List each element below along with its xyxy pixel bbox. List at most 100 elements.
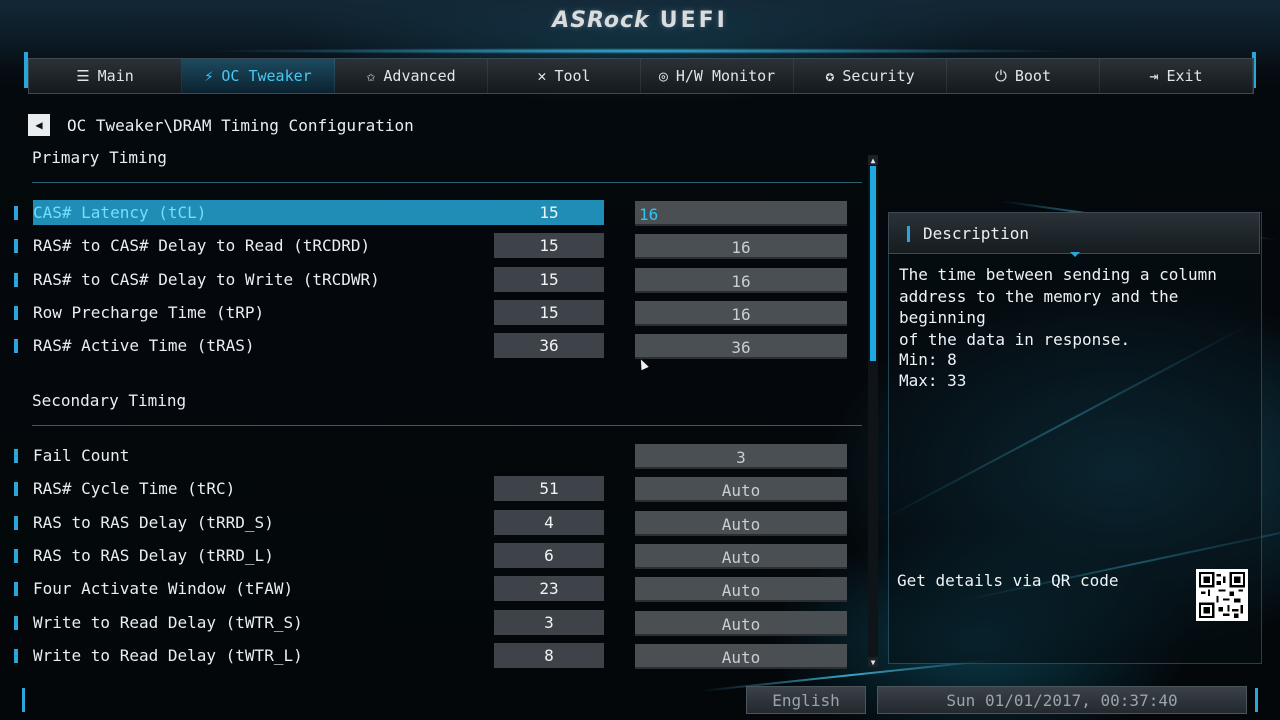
qr-code-icon[interactable]	[1196, 569, 1248, 621]
setting-row[interactable]: RAS to RAS Delay (tRRD_S) 4 Auto	[14, 509, 854, 536]
star-icon: ✩	[366, 67, 376, 85]
description-min: Min: 8	[899, 350, 957, 369]
scroll-up-arrow-icon[interactable]: ▲	[868, 155, 878, 165]
setting-label: CAS# Latency (tCL)	[33, 203, 207, 222]
description-title: Description	[923, 224, 1029, 243]
setting-value-field[interactable]: Auto	[635, 477, 847, 503]
date-time-display[interactable]: Sun 01/01/2017, 00:37:40	[877, 686, 1247, 714]
row-marker	[14, 615, 18, 630]
main-tab-bar: ☰ Main ⚡ OC Tweaker ✩ Advanced ✕ Tool ◎ H/W Monit…	[28, 58, 1254, 94]
breadcrumb: OC Tweaker\DRAM Timing Configuration	[67, 116, 414, 135]
tab-h-w-monitor[interactable]: ◎ H/W Monitor	[641, 59, 794, 93]
setting-value-field[interactable]: 3	[635, 444, 847, 469]
setting-row[interactable]: Four Activate Window (tFAW) 23 Auto	[14, 576, 854, 603]
description-pointer-icon	[1070, 252, 1080, 257]
setting-label: Write to Read Delay (tWTR_L)	[33, 645, 303, 665]
row-marker	[14, 648, 18, 663]
wrench-icon: ✕	[537, 67, 547, 85]
setting-row[interactable]: Write to Read Delay (tWTR_L) 8 Auto	[14, 642, 854, 669]
description-accent	[907, 226, 910, 242]
tab-label: Main	[97, 67, 134, 85]
current-value: 6	[494, 542, 604, 568]
setting-row[interactable]: Fail Count 3	[14, 443, 854, 469]
exit-icon: ⇥	[1149, 67, 1159, 85]
setting-row[interactable]: Write to Read Delay (tWTR_S) 3 Auto	[14, 609, 854, 636]
current-value: 4	[494, 509, 604, 535]
setting-value-field[interactable]: Auto	[635, 577, 847, 603]
scrollbar-thumb[interactable]	[870, 166, 876, 361]
setting-row[interactable]: RAS# Active Time (tRAS) 36 36	[14, 333, 854, 360]
tab-exit[interactable]: ⇥ Exit	[1100, 59, 1253, 93]
footer-accent-right	[1255, 688, 1258, 712]
tab-security[interactable]: ✪ Security	[794, 59, 947, 93]
back-arrow-icon: ◀	[35, 118, 43, 132]
current-value: 51	[494, 476, 604, 502]
shield-icon: ✪	[825, 67, 835, 85]
current-value: 23	[494, 576, 604, 602]
scroll-down-arrow-icon[interactable]: ▼	[868, 657, 878, 667]
section-title-secondary: Secondary Timing	[32, 391, 187, 410]
setting-value-field[interactable]: Auto	[635, 610, 847, 636]
row-marker	[14, 449, 18, 463]
tab-boot[interactable]: ⏻ Boot	[947, 59, 1100, 93]
setting-value-field[interactable]: 36	[635, 334, 847, 360]
row-marker	[14, 515, 18, 530]
row-marker	[14, 548, 18, 563]
setting-label: RAS# to CAS# Delay to Read (tRCDRD)	[33, 236, 371, 256]
tab-label: H/W Monitor	[675, 67, 776, 85]
row-marker	[14, 272, 18, 287]
row-marker	[14, 305, 18, 320]
tab-main[interactable]: ☰ Main	[29, 59, 182, 93]
setting-label: Fail Count	[33, 446, 130, 465]
setting-label: RAS# Cycle Time (tRC)	[33, 479, 236, 499]
setting-value-field[interactable]: 16	[635, 201, 847, 226]
description-max: Max: 33	[899, 371, 967, 390]
current-value: 8	[494, 642, 604, 668]
setting-label: Write to Read Delay (tWTR_S)	[33, 612, 303, 632]
qr-code-label: Get details via QR code	[897, 571, 1119, 590]
tab-label: Security	[842, 67, 915, 85]
current-value: 36	[494, 333, 604, 359]
setting-label: RAS# to CAS# Delay to Write (tRCDWR)	[33, 269, 380, 289]
setting-value-field[interactable]: Auto	[635, 510, 847, 536]
current-value: 3	[494, 609, 604, 635]
setting-value-field[interactable]: Auto	[635, 643, 847, 669]
tab-label: Exit	[1166, 67, 1203, 85]
tab-tool[interactable]: ✕ Tool	[488, 59, 641, 93]
tab-label: Boot	[1014, 67, 1051, 85]
brand-name: ASRock	[552, 8, 650, 33]
tab-advanced[interactable]: ✩ Advanced	[335, 59, 488, 93]
row-marker	[14, 582, 18, 597]
setting-row[interactable]: Row Precharge Time (tRP) 15 16	[14, 299, 854, 326]
setting-row[interactable]: RAS# to CAS# Delay to Read (tRCDRD) 15 16	[14, 233, 854, 260]
section-title-primary: Primary Timing	[32, 148, 167, 167]
setting-label: Row Precharge Time (tRP)	[33, 302, 265, 322]
brand-logo: ASRock UEFI	[0, 8, 1280, 33]
power-icon: ⏻	[995, 67, 1007, 85]
current-value: 15	[539, 203, 559, 222]
setting-value-field[interactable]: 16	[635, 234, 847, 260]
monitor-icon: ◎	[658, 67, 668, 85]
setting-label: RAS# Active Time (tRAS)	[33, 336, 255, 356]
description-text: The time between sending a column addres…	[899, 265, 1217, 349]
current-value: 15	[494, 299, 604, 325]
setting-value-field[interactable]: Auto	[635, 543, 847, 569]
setting-value-field[interactable]: 16	[635, 267, 847, 293]
list-icon: ☰	[76, 67, 90, 85]
tab-oc-tweaker[interactable]: ⚡ OC Tweaker	[182, 59, 335, 93]
tab-label: Advanced	[383, 67, 456, 85]
section-divider	[32, 425, 862, 426]
description-header: Description	[888, 212, 1260, 254]
setting-row[interactable]: CAS# Latency (tCL) 15 16	[14, 200, 854, 226]
language-button[interactable]: English	[746, 686, 866, 714]
current-value: 15	[494, 233, 604, 259]
setting-row[interactable]: RAS# to CAS# Delay to Write (tRCDWR) 15 16	[14, 266, 854, 293]
setting-row[interactable]: RAS# Cycle Time (tRC) 51 Auto	[14, 476, 854, 503]
row-marker	[14, 482, 18, 497]
product-name: UEFI	[659, 8, 728, 33]
setting-value-field[interactable]: 16	[635, 300, 847, 326]
row-marker	[14, 206, 18, 220]
back-button[interactable]: ◀	[28, 114, 50, 136]
setting-row[interactable]: RAS to RAS Delay (tRRD_L) 6 Auto	[14, 542, 854, 569]
tab-label: OC Tweaker	[221, 67, 312, 85]
